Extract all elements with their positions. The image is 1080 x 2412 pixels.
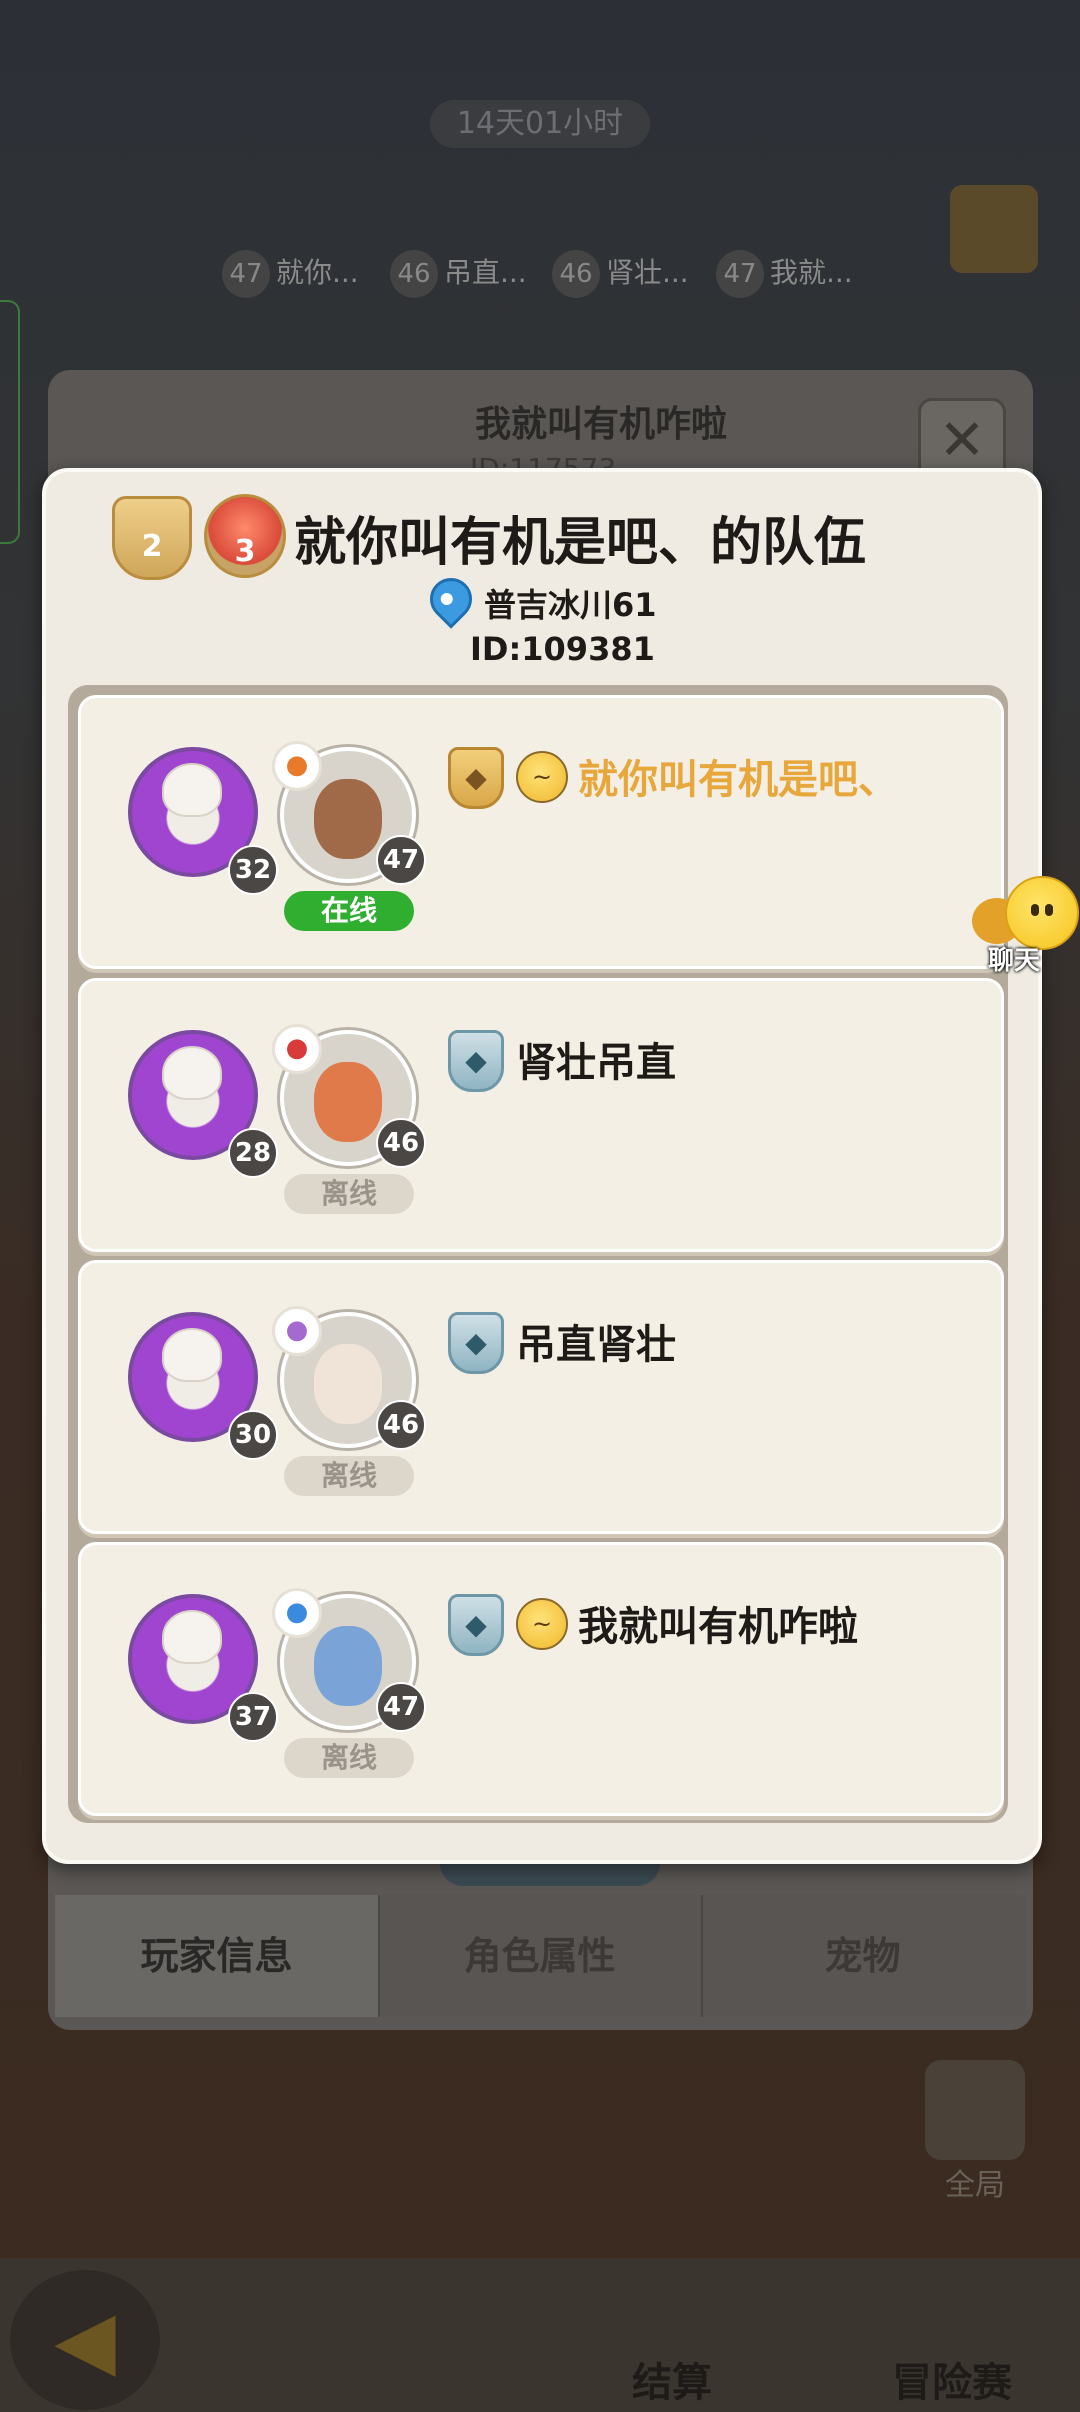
tab-character-attributes[interactable]: 角色属性 xyxy=(378,1895,703,2017)
rank-shield-icon: ◆ xyxy=(448,1030,504,1092)
back-arrow-icon[interactable]: ◀ xyxy=(10,2270,160,2410)
emoji-face-icon: ~ xyxy=(516,1598,568,1650)
emoji-face-icon: ~ xyxy=(516,751,568,803)
bg-team-member: 46 吊直... xyxy=(390,250,550,310)
rank-shield-icon: ◆ xyxy=(448,747,504,809)
orb-icon: ● xyxy=(272,1306,322,1356)
rank-shield-icon: ◆ xyxy=(448,1594,504,1656)
profile-tabs: 玩家信息 角色属性 宠物 xyxy=(55,1895,1025,2017)
profile-player-name: 我就叫有机咋啦 xyxy=(475,404,728,445)
wand-icon: ● xyxy=(272,1588,322,1638)
pet-level-badge: 30 xyxy=(228,1410,278,1460)
tab-pet[interactable]: 宠物 xyxy=(701,1895,1024,2017)
chat-label: 聊天 xyxy=(988,946,1041,976)
member-name: 肾壮吊直 xyxy=(516,1040,676,1086)
bg-team-member: 47 就你... xyxy=(222,250,382,310)
mushroom-badge: 3 xyxy=(204,494,286,578)
global-chat-icon xyxy=(925,2060,1025,2160)
global-button[interactable]: 全局 xyxy=(920,2060,1030,2210)
side-panel-tab xyxy=(0,300,20,544)
sword-icon: ● xyxy=(272,741,322,791)
online-status-badge: 离线 xyxy=(284,1174,414,1214)
member-name: 吊直肾壮 xyxy=(516,1322,676,1368)
member-name: 就你叫有机是吧、 xyxy=(578,757,898,803)
online-status-badge: 离线 xyxy=(284,1738,414,1778)
pet-level-badge: 32 xyxy=(228,845,278,895)
bg-team-member: 47 我就... xyxy=(716,250,876,310)
chat-button[interactable] xyxy=(1005,876,1079,950)
season-timer: 14天01小时 xyxy=(430,100,650,148)
online-status-badge: 在线 xyxy=(284,891,414,931)
online-status-badge: 离线 xyxy=(284,1456,414,1496)
quest-scroll-icon xyxy=(950,185,1038,273)
crossed-blades-icon: ● xyxy=(272,1024,322,1074)
hero-level-badge: 47 xyxy=(376,835,426,885)
pet-level-badge: 28 xyxy=(228,1128,278,1178)
adventure-race-button[interactable]: 冒险赛 xyxy=(892,2350,1012,2408)
hero-level-badge: 46 xyxy=(376,1118,426,1168)
team-rank-badge: 2 xyxy=(112,496,192,580)
team-title: 就你叫有机是吧、的队伍 xyxy=(294,513,867,573)
team-id: ID:109381 xyxy=(470,630,655,668)
hero-level-badge: 47 xyxy=(376,1682,426,1732)
tab-player-info[interactable]: 玩家信息 xyxy=(55,1895,380,2017)
settle-button[interactable]: 结算 xyxy=(632,2350,712,2408)
bg-team-member: 46 肾壮... xyxy=(552,250,712,310)
pet-level-badge: 37 xyxy=(228,1692,278,1742)
team-location: 普吉冰川61 xyxy=(484,586,657,624)
member-name: 我就叫有机咋啦 xyxy=(578,1604,858,1650)
hero-level-badge: 46 xyxy=(376,1400,426,1450)
rank-shield-icon: ◆ xyxy=(448,1312,504,1374)
